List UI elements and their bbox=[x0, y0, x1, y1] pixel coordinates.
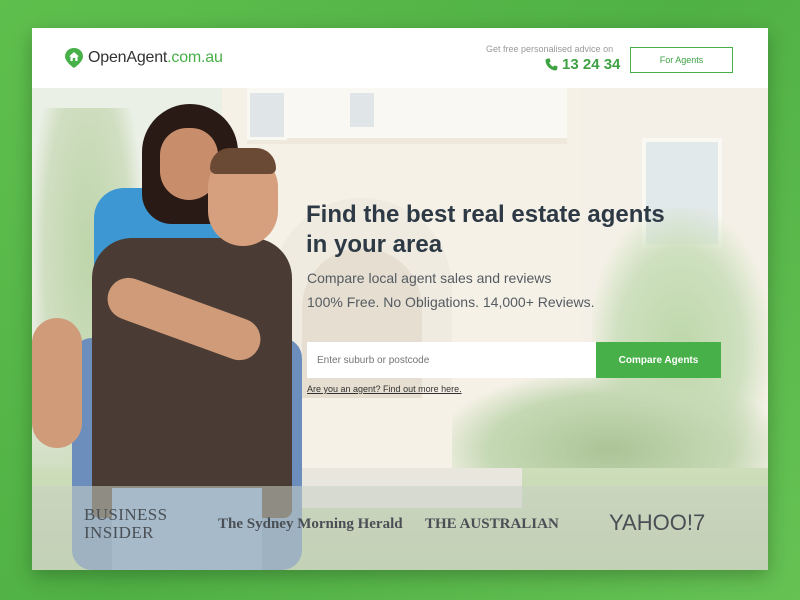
yahoo7-logo: YAHOO!7 bbox=[609, 510, 706, 535]
phone-text: 13 24 34 bbox=[562, 56, 621, 73]
for-agents-button[interactable]: For Agents bbox=[630, 47, 733, 73]
phone-number[interactable]: 13 24 34 bbox=[545, 56, 620, 73]
house-pin-icon bbox=[65, 48, 83, 68]
advice-text: Get free personalised advice on bbox=[486, 44, 614, 54]
logo-text: OpenAgent.com.au bbox=[88, 49, 223, 67]
subtext-line-2: 100% Free. No Obligations. 14,000+ Revie… bbox=[307, 294, 595, 310]
landing-card: OpenAgent.com.au Get free personalised a… bbox=[32, 28, 768, 570]
hero-headline: Find the best real estate agents in your… bbox=[306, 200, 726, 260]
site-header: OpenAgent.com.au Get free personalised a… bbox=[32, 28, 768, 88]
press-logos-band: BUSINESS INSIDER The Sydney Morning Hera… bbox=[32, 486, 768, 570]
hero-subtext: Compare local agent sales and reviews 10… bbox=[307, 266, 595, 314]
agent-info-link[interactable]: Are you an agent? Find out more here. bbox=[307, 384, 462, 394]
business-insider-line-2: INSIDER bbox=[84, 523, 154, 542]
headline-line-2: in your area bbox=[306, 231, 443, 258]
business-insider-line-1: BUSINESS bbox=[84, 505, 168, 524]
man-arm bbox=[32, 318, 82, 448]
business-insider-logo: BUSINESS INSIDER bbox=[84, 506, 168, 542]
logo-domain: .com.au bbox=[167, 49, 223, 66]
logo-name: OpenAgent bbox=[88, 49, 168, 66]
compare-agents-button[interactable]: Compare Agents bbox=[596, 342, 721, 378]
the-australian-logo: THE AUSTRALIAN bbox=[425, 516, 559, 532]
subtext-line-1: Compare local agent sales and reviews bbox=[307, 270, 552, 286]
phone-icon bbox=[545, 58, 558, 71]
man-hair bbox=[210, 148, 276, 174]
suburb-search-input[interactable] bbox=[307, 342, 596, 378]
headline-line-1: Find the best real estate agents bbox=[306, 201, 665, 228]
smh-logo: The Sydney Morning Herald bbox=[218, 516, 403, 532]
openagent-logo[interactable]: OpenAgent.com.au bbox=[64, 46, 223, 70]
